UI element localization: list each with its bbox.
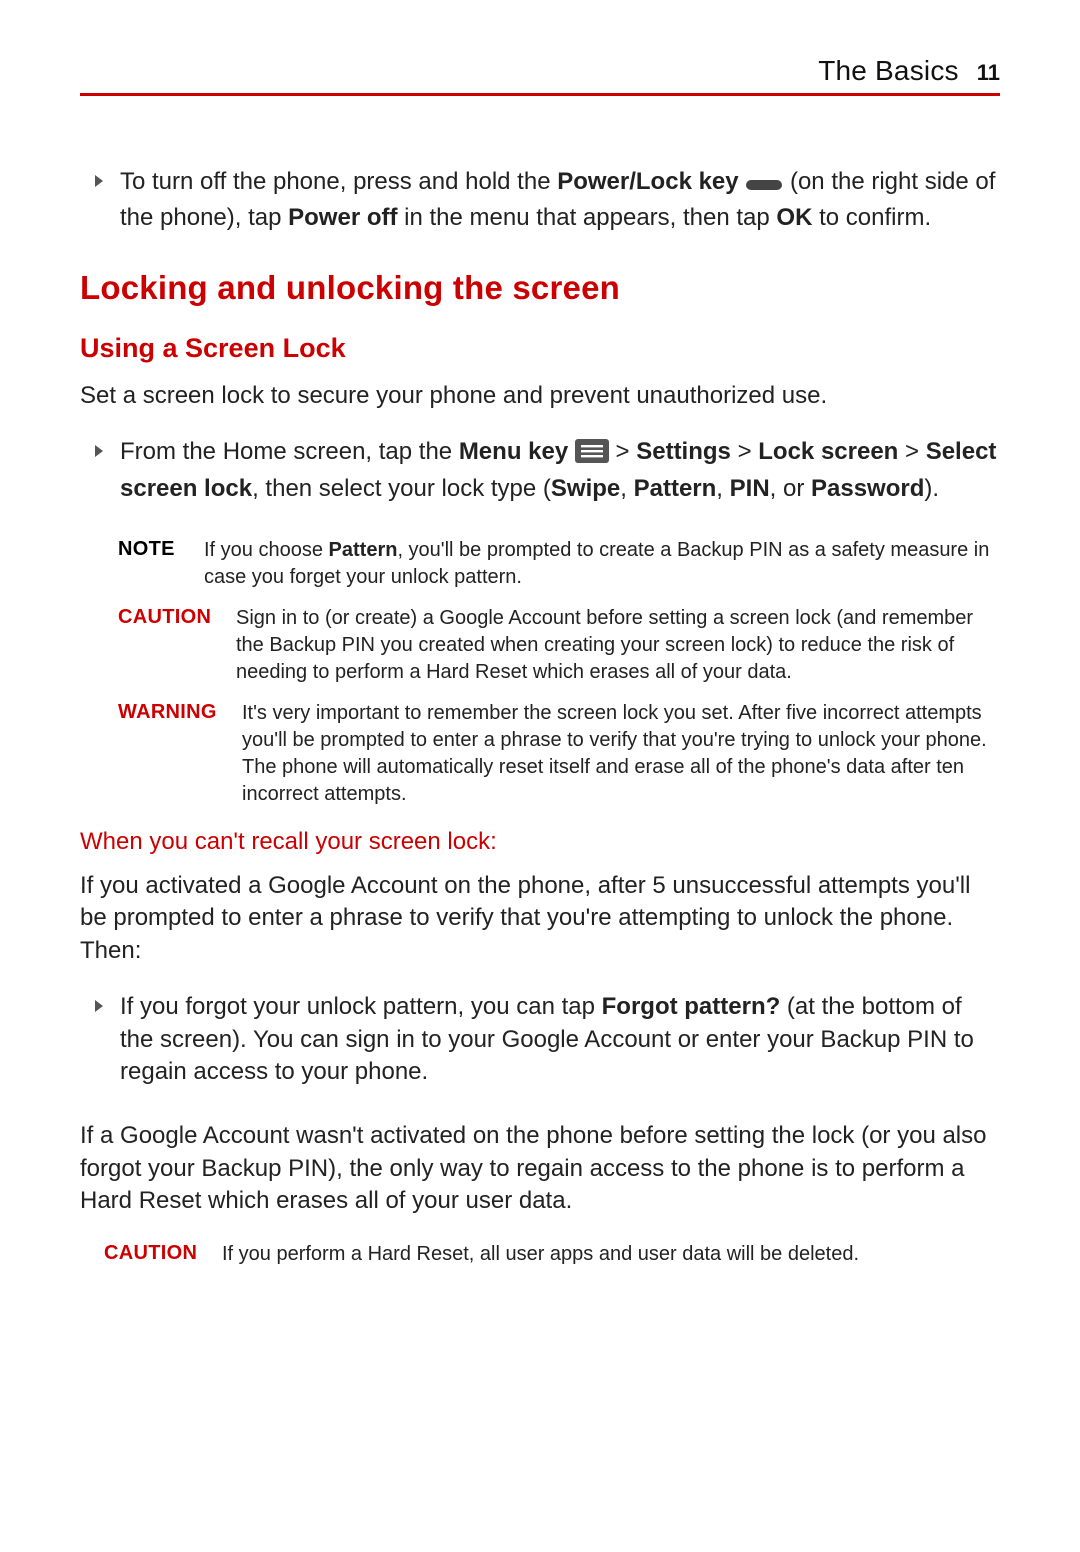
bullet-screen-lock: From the Home screen, tap the Menu key >… xyxy=(92,436,1000,505)
heading-using-screen-lock: Using a Screen Lock xyxy=(80,333,1000,364)
menu-key-label: Menu key xyxy=(459,438,575,465)
caution-label: CAUTION xyxy=(118,605,218,629)
header-section-label: The Basics xyxy=(818,55,959,87)
forgot-pattern-label: Forgot pattern? xyxy=(602,993,781,1020)
warning-text: It's very important to remember the scre… xyxy=(242,700,1000,808)
bullet-power-off-text: To turn off the phone, press and hold th… xyxy=(120,166,1000,235)
bsl-mid: , then select your lock type ( xyxy=(252,475,551,502)
note-label: NOTE xyxy=(118,537,186,561)
bullet-screen-lock-text: From the Home screen, tap the Menu key >… xyxy=(120,436,1000,505)
callout-caution-1: CAUTION Sign in to (or create) a Google … xyxy=(118,605,1000,686)
callout-warning: WARNING It's very important to remember … xyxy=(118,700,1000,808)
power-off-label: Power off xyxy=(288,204,397,231)
lock-screen-label: Lock screen xyxy=(758,438,898,465)
bsl-pre: From the Home screen, tap the xyxy=(120,438,459,465)
callout-note: NOTE If you choose Pattern, you'll be pr… xyxy=(118,537,1000,591)
no-google-para: If a Google Account wasn't activated on … xyxy=(80,1120,1000,1217)
bsl-gt3: > xyxy=(898,438,925,465)
recall-intro: If you activated a Google Account on the… xyxy=(80,870,1000,967)
bsl-c2: , xyxy=(716,475,729,502)
caution2-text: If you perform a Hard Reset, all user ap… xyxy=(222,1241,859,1268)
power-lock-key-icon xyxy=(745,170,783,202)
bsl-gt2: > xyxy=(731,438,758,465)
bfp-pre: If you forgot your unlock pattern, you c… xyxy=(120,993,602,1020)
ok-label: OK xyxy=(776,204,812,231)
warning-label: WARNING xyxy=(118,700,224,724)
menu-key-icon xyxy=(575,439,609,472)
note-pre: If you choose xyxy=(204,539,329,561)
note-text: If you choose Pattern, you'll be prompte… xyxy=(204,537,1000,591)
note-pattern-bold: Pattern xyxy=(329,539,398,561)
password-label: Password xyxy=(811,475,924,502)
swipe-label: Swipe xyxy=(551,475,620,502)
callout-caution-2: CAUTION If you perform a Hard Reset, all… xyxy=(104,1241,1000,1268)
settings-label: Settings xyxy=(636,438,731,465)
pin-label: PIN xyxy=(730,475,770,502)
header-row: The Basics 11 xyxy=(80,55,1000,96)
heading-locking-unlocking: Locking and unlocking the screen xyxy=(80,269,1000,307)
pattern-label: Pattern xyxy=(634,475,717,502)
bsl-gt1: > xyxy=(609,438,636,465)
screen-lock-intro: Set a screen lock to secure your phone a… xyxy=(80,380,1000,412)
bsl-c1: , xyxy=(620,475,633,502)
caution1-text: Sign in to (or create) a Google Account … xyxy=(236,605,1000,686)
bullet-power-off: To turn off the phone, press and hold th… xyxy=(92,166,1000,235)
bullet-arrow-icon xyxy=(92,444,106,458)
bullet-power-off-mid2: in the menu that appears, then tap xyxy=(397,204,776,231)
header-page-number: 11 xyxy=(977,60,1000,86)
power-lock-key-label: Power/Lock key xyxy=(557,168,745,195)
caution2-label: CAUTION xyxy=(104,1241,204,1265)
bsl-or: , or xyxy=(770,475,811,502)
bullet-power-off-tail: to confirm. xyxy=(812,204,931,231)
bullet-arrow-icon xyxy=(92,999,106,1013)
bullet-power-off-pre: To turn off the phone, press and hold th… xyxy=(120,168,557,195)
heading-cant-recall: When you can't recall your screen lock: xyxy=(80,828,1000,856)
bullet-forgot-pattern: If you forgot your unlock pattern, you c… xyxy=(92,991,1000,1088)
bsl-tail: ). xyxy=(924,475,939,502)
bullet-forgot-pattern-text: If you forgot your unlock pattern, you c… xyxy=(120,991,1000,1088)
page-root: The Basics 11 To turn off the phone, pre… xyxy=(0,0,1080,1552)
bullet-arrow-icon xyxy=(92,174,106,188)
